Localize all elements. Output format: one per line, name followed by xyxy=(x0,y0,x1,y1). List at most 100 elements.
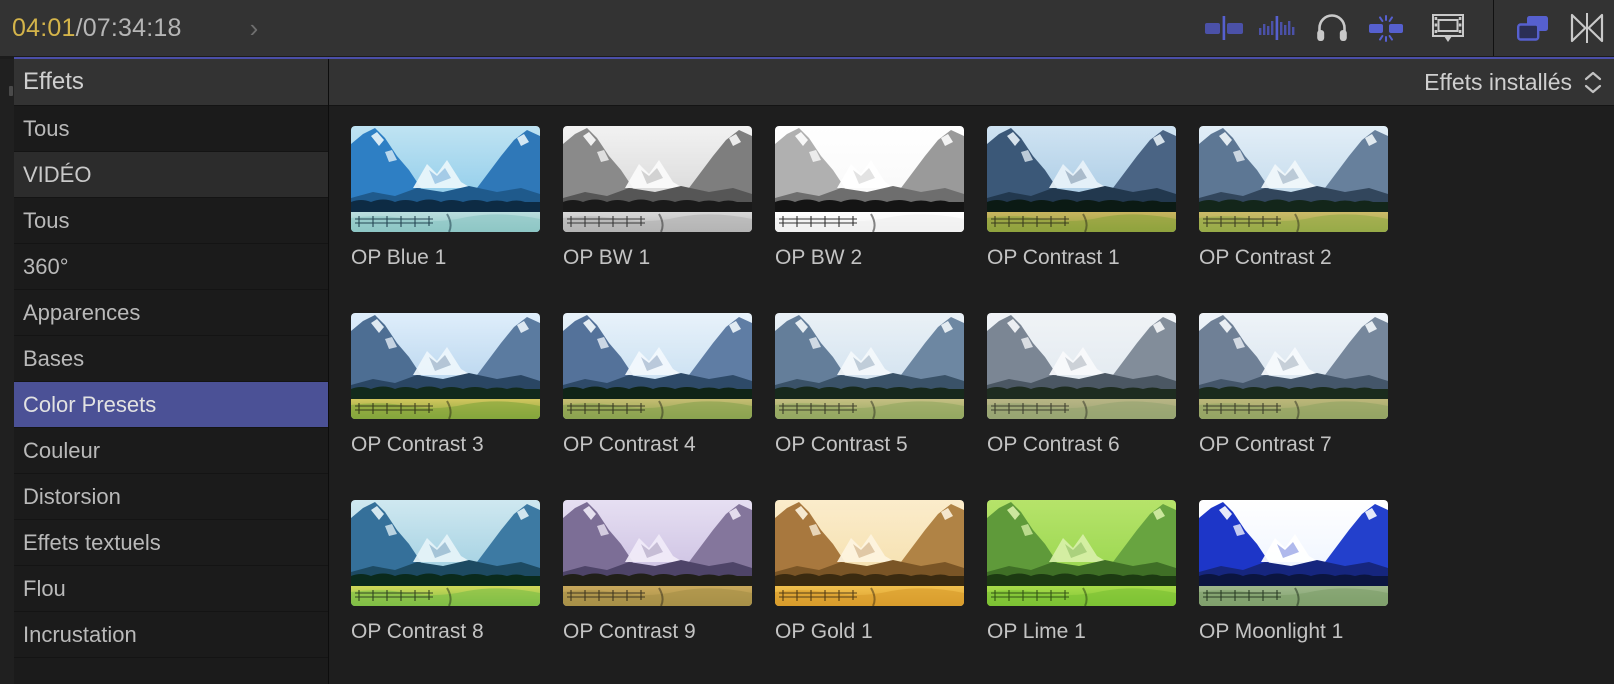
sidebar-title-label: Effets xyxy=(23,68,84,95)
browser-header: Effets installés xyxy=(329,59,1614,106)
sidebar-item-incrustation[interactable]: Incrustation xyxy=(14,612,328,658)
timecode-expand-chevron-icon[interactable]: › xyxy=(250,15,259,41)
timecode-display[interactable]: 04:01 /07:34:18 xyxy=(12,14,182,43)
effects-grid: OP Blue 1 OP BW 1 OP BW 2 OP Contrast 1 … xyxy=(329,106,1614,684)
effect-label: OP Contrast 7 xyxy=(1199,433,1332,456)
effect-tile[interactable]: OP Contrast 1 xyxy=(987,126,1199,313)
thumbnail-image xyxy=(775,126,964,232)
sidebar-item-apparences[interactable]: Apparences xyxy=(14,290,328,336)
installed-effects-stepper[interactable] xyxy=(1584,71,1602,94)
effect-thumbnail[interactable] xyxy=(563,126,752,232)
effect-label: OP Contrast 4 xyxy=(563,433,696,456)
effect-label: OP Gold 1 xyxy=(775,620,873,643)
sidebar-category-list: Tous VIDÉO Tous 360° Apparences Bases Color Pr… xyxy=(14,106,328,658)
effect-label: OP Contrast 1 xyxy=(987,246,1120,269)
clip-appearance-icon[interactable] xyxy=(1421,0,1475,56)
panel-collapse-gutter[interactable] xyxy=(0,59,15,684)
effect-label: OP Contrast 3 xyxy=(351,433,484,456)
sidebar-item-distorsion[interactable]: Distorsion xyxy=(14,474,328,520)
effect-label: OP Contrast 6 xyxy=(987,433,1120,456)
thumbnail-image xyxy=(351,313,540,419)
thumbnail-image xyxy=(987,313,1176,419)
chevron-down-icon xyxy=(1584,84,1602,93)
sidebar-title: Effets xyxy=(14,59,328,106)
sidebar-item-label: Bases xyxy=(23,345,85,371)
effect-label: OP BW 1 xyxy=(563,246,651,269)
snapping-icon[interactable] xyxy=(1359,0,1413,56)
sidebar-item-label: Color Presets xyxy=(23,391,157,417)
effect-tile[interactable]: OP Moonlight 1 xyxy=(1199,500,1411,684)
thumbnail-image xyxy=(775,500,964,606)
thumbnail-image xyxy=(1199,126,1388,232)
effect-tile[interactable]: OP Contrast 5 xyxy=(775,313,987,500)
thumbnail-image xyxy=(987,500,1176,606)
installed-effects-filter-label[interactable]: Effets installés xyxy=(1424,69,1572,96)
sidebar-item-360[interactable]: 360° xyxy=(14,244,328,290)
clip-skimming-icon[interactable] xyxy=(1197,0,1251,56)
timecode-current: 04:01 xyxy=(12,13,76,42)
chevron-up-icon xyxy=(1584,71,1602,80)
toolbar-right-group xyxy=(1197,0,1614,56)
sidebar-item-flou[interactable]: Flou xyxy=(14,566,328,612)
sidebar-item-label: Effets textuels xyxy=(23,529,161,555)
effect-label: OP Contrast 9 xyxy=(563,620,696,643)
effect-tile[interactable]: OP Contrast 9 xyxy=(563,500,775,684)
effect-thumbnail[interactable] xyxy=(987,126,1176,232)
effect-label: OP Contrast 8 xyxy=(351,620,484,643)
thumbnail-image xyxy=(563,313,752,419)
sidebar-item-label: Couleur xyxy=(23,437,101,463)
sidebar-item-color-presets[interactable]: Color Presets xyxy=(14,382,328,428)
effect-tile[interactable]: OP Contrast 8 xyxy=(351,500,563,684)
solo-headphones-icon[interactable] xyxy=(1305,0,1359,56)
thumbnail-image xyxy=(351,126,540,232)
sidebar-item-label: 360° xyxy=(23,253,69,279)
sidebar-item-label: Distorsion xyxy=(23,483,121,509)
effect-thumbnail[interactable] xyxy=(351,313,540,419)
effect-thumbnail[interactable] xyxy=(1199,126,1388,232)
effect-thumbnail[interactable] xyxy=(775,500,964,606)
effect-thumbnail[interactable] xyxy=(987,313,1176,419)
effects-sidebar: Effets Tous VIDÉO Tous 360° Apparences Bases C… xyxy=(14,59,329,684)
effect-tile[interactable]: OP Contrast 6 xyxy=(987,313,1199,500)
top-toolbar: 04:01 /07:34:18 › xyxy=(0,0,1614,56)
effect-thumbnail[interactable] xyxy=(1199,500,1388,606)
audio-skimming-icon[interactable] xyxy=(1251,0,1305,56)
panel-drag-handle[interactable] xyxy=(9,86,13,96)
effect-tile[interactable]: OP Contrast 4 xyxy=(563,313,775,500)
effect-thumbnail[interactable] xyxy=(351,126,540,232)
sidebar-item-bases[interactable]: Bases xyxy=(14,336,328,382)
effect-tile[interactable]: OP Blue 1 xyxy=(351,126,563,313)
sidebar-item-label: Flou xyxy=(23,575,66,601)
effect-tile[interactable]: OP BW 2 xyxy=(775,126,987,313)
thumbnail-image xyxy=(1199,313,1388,419)
effect-tile[interactable]: OP Contrast 2 xyxy=(1199,126,1411,313)
sidebar-item-label: VIDÉO xyxy=(23,161,92,187)
effect-label: OP Contrast 5 xyxy=(775,433,908,456)
sidebar-item-couleur[interactable]: Couleur xyxy=(14,428,328,474)
effect-label: OP Contrast 2 xyxy=(1199,246,1332,269)
effects-browser-pane: Effets installés OP Blue 1 OP BW 1 OP BW… xyxy=(329,59,1614,684)
sidebar-item-tous[interactable]: Tous xyxy=(14,198,328,244)
sidebar-item-vid-o: VIDÉO xyxy=(14,152,328,198)
effect-tile[interactable]: OP Lime 1 xyxy=(987,500,1199,684)
effect-thumbnail[interactable] xyxy=(987,500,1176,606)
effect-thumbnail[interactable] xyxy=(351,500,540,606)
thumbnail-image xyxy=(775,313,964,419)
effect-label: OP Lime 1 xyxy=(987,620,1086,643)
effect-thumbnail[interactable] xyxy=(563,500,752,606)
effect-tile[interactable]: OP Contrast 3 xyxy=(351,313,563,500)
effect-tile[interactable]: OP Gold 1 xyxy=(775,500,987,684)
effect-thumbnail[interactable] xyxy=(563,313,752,419)
effects-browser-icon[interactable] xyxy=(1506,0,1560,56)
effect-tile[interactable]: OP Contrast 7 xyxy=(1199,313,1411,500)
sidebar-item-effets-textuels[interactable]: Effets textuels xyxy=(14,520,328,566)
effect-label: OP Blue 1 xyxy=(351,246,447,269)
transitions-browser-icon[interactable] xyxy=(1560,0,1614,56)
effect-thumbnail[interactable] xyxy=(1199,313,1388,419)
effect-thumbnail[interactable] xyxy=(775,126,964,232)
effect-thumbnail[interactable] xyxy=(775,313,964,419)
sidebar-item-tous[interactable]: Tous xyxy=(14,106,328,152)
effect-tile[interactable]: OP BW 1 xyxy=(563,126,775,313)
sidebar-item-label: Tous xyxy=(23,207,70,233)
thumbnail-image xyxy=(563,126,752,232)
